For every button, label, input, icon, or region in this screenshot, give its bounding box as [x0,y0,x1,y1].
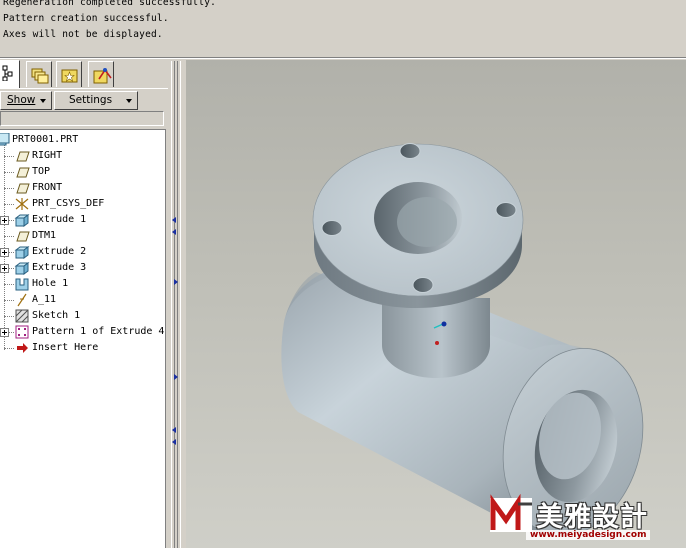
coordinate-system-icon [15,198,29,210]
bolt-hole [399,143,421,159]
show-menu-button[interactable]: Show [0,91,52,110]
chevron-down-icon [40,99,46,103]
tree-item[interactable]: TOP [0,164,165,180]
extrude-icon [14,262,30,275]
datum-plane-icon [16,151,30,162]
hole-icon [15,278,29,291]
tree-connector [4,188,14,189]
bolt-hole [321,220,343,236]
tab-connections[interactable] [88,61,114,87]
expand-icon[interactable] [0,216,9,225]
tree-item[interactable]: PRT_CSYS_DEF [0,196,165,212]
favorites-icon [61,69,78,83]
tree-connector [4,300,14,301]
tree-item[interactable]: Extrude 3 [0,260,165,276]
sketch-icon [15,309,29,323]
message-area: Regeneration completed successfully. Pat… [0,0,686,59]
tree-connector [4,236,14,237]
tree-root-label: PRT0001.PRT [12,134,79,145]
folder-browser-icon [31,68,49,84]
tree-item-label: Extrude 2 [32,246,87,257]
settings-menu-button[interactable]: Settings [54,91,138,110]
collapse-left-arrow-icon[interactable] [172,229,176,235]
tab-model-tree[interactable] [0,60,20,88]
tree-item-label: TOP [32,166,51,177]
tree-item-label: Extrude 1 [32,214,87,225]
watermark-url: www.meiyadesign.com [526,530,651,540]
tree-item-label: DTM1 [32,230,57,241]
insert-here-icon [17,343,28,353]
extrude-icon [14,214,30,227]
tab-favorites[interactable] [56,61,82,87]
expand-icon[interactable] [0,328,9,337]
tree-item-label: Pattern 1 of Extrude 4 [32,326,165,337]
tab-strip-border [0,88,168,89]
tree-item-label: Sketch 1 [32,310,81,321]
panel-splitter[interactable] [168,59,186,548]
bolt-hole [412,277,434,293]
part-icon [0,133,10,146]
3d-model-view[interactable] [186,60,686,548]
collapse-left-arrow-icon[interactable] [172,427,176,433]
message-line: Regeneration completed successfully. [3,0,217,8]
tree-item[interactable]: Insert Here [0,340,165,356]
tree-item[interactable]: DTM1 [0,228,165,244]
model-tree-icon [2,65,13,81]
tree-item[interactable]: Extrude 1 [0,212,165,228]
tree-item-label: PRT_CSYS_DEF [32,198,105,209]
tree-connector [4,172,14,173]
splitter-grip [177,61,181,548]
tree-connector [4,156,14,157]
watermark: 美雅設計 www.meiyadesign.com [488,494,684,546]
collapse-left-arrow-icon[interactable] [172,439,176,445]
tree-item[interactable]: RIGHT [0,148,165,164]
splitter-grip [171,61,175,548]
tree-connector [4,204,14,205]
tree-connector [4,348,14,349]
neck-boss [382,298,490,378]
tree-item[interactable]: FRONT [0,180,165,196]
watermark-title: 美雅設計 [536,502,648,533]
expand-right-arrow-icon[interactable] [174,374,178,380]
show-label: Show [7,94,36,106]
extrude-icon [14,246,30,259]
model-tree[interactable]: PRT0001.PRT RIGHT TOP FRONT PRT_CSYS_DEF Ext… [0,129,166,548]
expand-right-arrow-icon[interactable] [174,279,178,285]
datum-plane-icon [16,167,30,178]
expand-icon[interactable] [0,264,9,273]
bolt-hole [495,202,517,218]
tree-item-label: Hole 1 [32,278,69,289]
chevron-down-icon [126,99,132,103]
expand-icon[interactable] [0,248,9,257]
settings-label: Settings [69,94,113,106]
tree-item[interactable]: Pattern 1 of Extrude 4 [0,324,165,340]
message-line: Pattern creation successful. [3,13,169,24]
graphics-window[interactable] [186,60,686,548]
datum-plane-icon [16,231,30,242]
collapse-left-arrow-icon[interactable] [172,217,176,223]
tab-folder-browser[interactable] [26,61,52,87]
datum-axis-icon [17,293,27,307]
tree-connector [4,284,14,285]
tree-item[interactable]: Sketch 1 [0,308,165,324]
tree-connector [4,316,14,317]
pattern-icon [15,325,29,339]
tree-filter-bar[interactable] [0,111,164,126]
tree-item-label: RIGHT [32,150,63,161]
datum-plane-icon [16,183,30,194]
tree-item-label: Extrude 3 [32,262,87,273]
tree-item-label: A_11 [32,294,57,305]
connections-icon [93,68,112,84]
tree-item[interactable]: Hole 1 [0,276,165,292]
message-line: Axes will not be displayed. [3,29,163,40]
flange-bore-inner [397,197,457,247]
navigator-panel: Show Settings PRT0001.PRT RIGHT TOP FRONT P… [0,59,168,548]
tree-root[interactable]: PRT0001.PRT [0,132,165,148]
tree-item[interactable]: A_11 [0,292,165,308]
tree-item-label: FRONT [32,182,63,193]
tree-item-label: Insert Here [32,342,99,353]
tree-item[interactable]: Extrude 2 [0,244,165,260]
